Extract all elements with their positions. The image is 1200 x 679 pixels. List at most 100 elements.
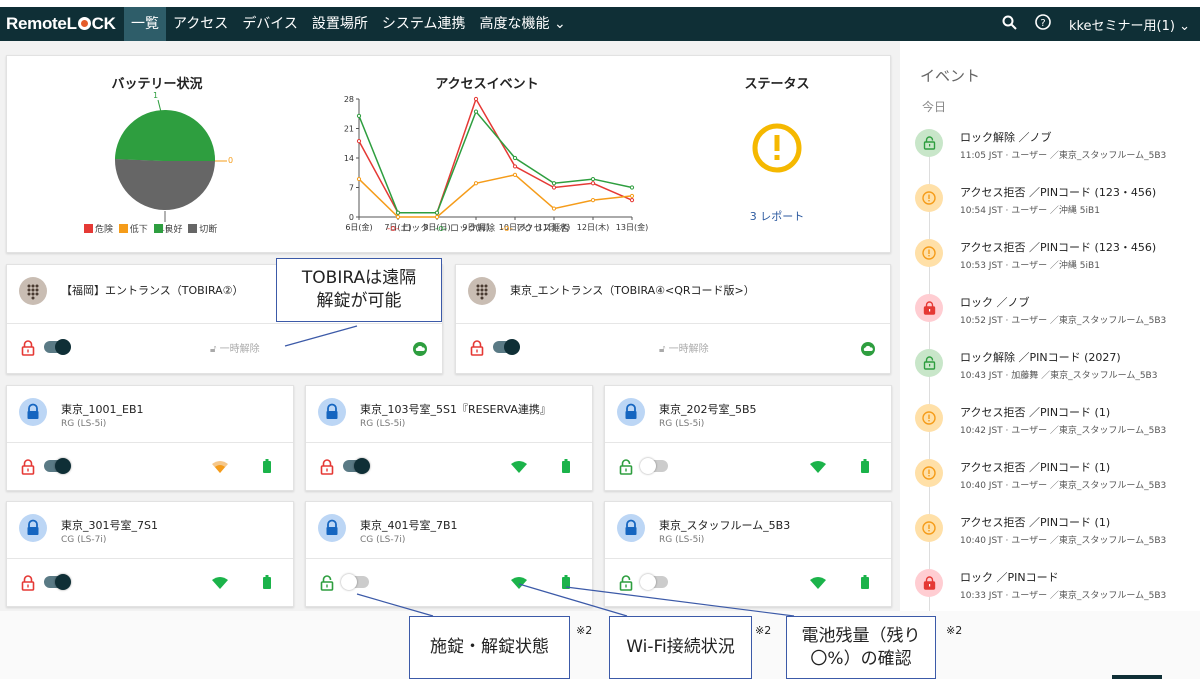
event-title: アクセス拒否 ／PINコード (123・456) — [960, 186, 1157, 199]
event-title: ロック ／ノブ — [960, 296, 1030, 309]
nav-locations[interactable]: 設置場所 — [305, 7, 375, 41]
lock-device-icon — [19, 398, 47, 426]
battery-legend: 危険 低下 良好 切断 — [84, 222, 217, 235]
callout-note: ※2 — [755, 624, 772, 637]
lock-toggle[interactable] — [640, 574, 668, 590]
temporary-unlock-button[interactable]: 🔓︎ 一時解除 — [659, 340, 709, 355]
lock-toggle[interactable] — [493, 339, 520, 355]
device-controls — [7, 442, 293, 490]
temporary-unlock-button[interactable]: 🔓︎ 一時解除 — [210, 340, 260, 355]
device-name: 東京_401号室_7B1 — [360, 519, 458, 532]
device-name: 【福岡】エントランス（TOBIRA②） — [61, 284, 244, 297]
y-tick-label: 7 — [349, 184, 354, 193]
event-title: ロック ／PINコード — [960, 571, 1059, 584]
series-point — [551, 206, 557, 211]
access-events-chart: 071421286日(金) 7日(土) 8日(日) 9日(月) 10日(火) 11日(水)… — [344, 95, 648, 232]
series-point — [551, 181, 557, 186]
partial-button[interactable] — [1112, 675, 1162, 679]
device-name: 東京_1001_EB1 — [61, 403, 144, 416]
lock-toggle[interactable] — [44, 458, 71, 474]
svg-text:?: ? — [1040, 18, 1045, 29]
nav-list[interactable]: 一覧 — [124, 7, 166, 41]
device-card[interactable]: 東京_202号室_5B5 RG (LS-5i) — [604, 385, 892, 491]
nav-advanced[interactable]: 高度な機能 ⌄ — [473, 7, 573, 41]
top-navbar: RemoteL CK 一覧 アクセス デバイス 設置場所 システム連携 高度な機能… — [0, 7, 1200, 41]
account-menu[interactable]: kkeセミナー用(1) ⌄ — [1069, 15, 1190, 34]
battery-icon — [861, 575, 869, 589]
lock-device-icon — [318, 514, 346, 542]
wifi-icon — [810, 577, 826, 589]
device-card[interactable]: 東京_301号室_7S1 CG (LS-7i) — [6, 501, 294, 607]
nav-integrations[interactable]: システム連携 — [375, 7, 473, 41]
lock-toggle[interactable] — [343, 458, 370, 474]
denied-icon — [922, 411, 936, 425]
event-status-icon — [915, 569, 943, 597]
event-status-icon — [915, 514, 943, 542]
lock-toggle[interactable] — [640, 458, 668, 474]
y-tick-label: 0 — [349, 213, 354, 222]
device-card[interactable]: 東京_401号室_7B1 CG (LS-7i) — [305, 501, 593, 607]
callout-note: ※2 — [946, 624, 963, 637]
series-point — [512, 164, 518, 169]
lock-closed-icon — [923, 301, 935, 315]
event-detail: 10:40 JST · ユーザー ／東京_スタッフルーム_5B3 — [960, 481, 1167, 491]
series-point — [395, 214, 401, 220]
battery-icon — [562, 575, 570, 589]
event-status-icon — [915, 349, 943, 377]
event-title: アクセス拒否 ／PINコード (1) — [960, 516, 1111, 529]
warning-icon — [752, 123, 802, 173]
device-model: RG (LS-5i) — [659, 419, 705, 429]
event-detail: 10:43 JST · 加藤舞 ／東京_スタッフルーム_5B3 — [960, 371, 1158, 381]
lock-device-icon — [19, 514, 47, 542]
series-point — [629, 198, 635, 203]
series-point — [434, 210, 440, 215]
series-point — [356, 113, 362, 118]
callout-tobira: TOBIRAは遠隔 解錠が可能 — [276, 258, 442, 322]
event-status-icon — [915, 459, 943, 487]
lock-closed-icon — [320, 459, 334, 475]
search-icon[interactable] — [1002, 15, 1017, 34]
nav-devices[interactable]: デバイス — [235, 7, 305, 41]
series-point — [512, 172, 518, 177]
status-title: ステータス — [744, 77, 810, 92]
device-controls: 🔓︎ 一時解除 — [456, 323, 890, 373]
status-report-link[interactable]: 3 レポート — [727, 208, 827, 224]
cloud-online-icon — [861, 342, 875, 356]
denied-icon — [922, 246, 936, 260]
device-model: CG (LS-7i) — [360, 535, 406, 545]
device-name: 東京_301号室_7S1 — [61, 519, 158, 532]
lock-toggle[interactable] — [44, 339, 71, 355]
device-model: RG (LS-5i) — [360, 419, 406, 429]
denied-icon — [922, 191, 936, 205]
help-icon[interactable]: ? — [1035, 14, 1051, 34]
keypad-icon — [468, 277, 496, 305]
device-card[interactable]: 東京_1001_EB1 RG (LS-5i) — [6, 385, 294, 491]
device-card[interactable]: 東京_スタッフルーム_5B3 RG (LS-5i) — [604, 501, 892, 607]
battery-icon — [263, 575, 271, 589]
chevron-down-icon: ⌄ — [1179, 18, 1190, 34]
event-status-icon — [915, 404, 943, 432]
event-title: ロック解除 ／PINコード (2027) — [960, 351, 1121, 364]
battery-pie: 0 1 16 — [114, 91, 233, 233]
remotelock-logo[interactable]: RemoteL CK — [0, 14, 124, 34]
nav-access[interactable]: アクセス — [166, 7, 235, 41]
device-card[interactable]: 東京_103号室_5S1『RESERVA連携』 RG (LS-5i) — [305, 385, 593, 491]
lock-toggle[interactable] — [341, 574, 369, 590]
series-line-2 — [358, 174, 633, 218]
event-detail: 10:54 JST · ユーザー ／沖縄 5iB1 — [960, 206, 1100, 216]
wifi-icon — [810, 461, 826, 473]
battery-icon — [263, 459, 271, 473]
chevron-down-icon: ⌄ — [553, 16, 566, 32]
lock-toggle[interactable] — [44, 574, 71, 590]
event-status-icon — [915, 294, 943, 322]
y-tick-label: 28 — [344, 95, 354, 104]
series-point — [590, 181, 596, 186]
device-controls — [306, 442, 592, 490]
device-card-tobira-tokyo[interactable]: 東京_エントランス（TOBIRA④<QRコード版>） 🔓︎ 一時解除 — [455, 264, 891, 374]
wifi-icon — [511, 461, 527, 473]
unlock-icon: 🔓︎ — [210, 344, 217, 355]
series-point — [434, 214, 440, 220]
event-detail: 10:53 JST · ユーザー ／沖縄 5iB1 — [960, 261, 1100, 271]
y-tick-label: 21 — [344, 125, 354, 134]
series-point — [629, 185, 635, 190]
